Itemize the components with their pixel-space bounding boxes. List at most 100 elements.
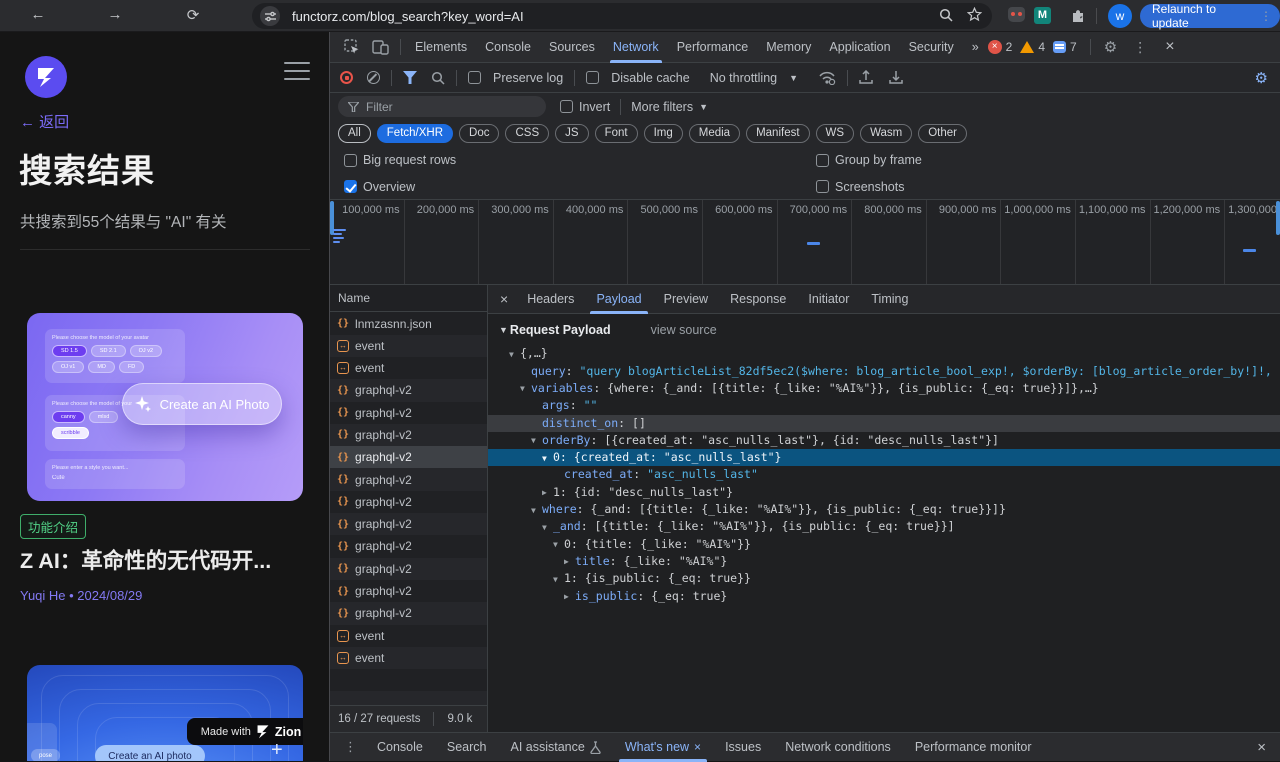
devtools-kebab-icon[interactable]: ⋮ [1125,39,1155,56]
chip-img[interactable]: Img [644,124,683,143]
filter-funnel-icon[interactable] [403,71,417,84]
tree-closed-caret-icon[interactable]: ▶ [564,553,575,570]
screenshots-checkbox[interactable] [816,180,829,193]
payload-tree-line[interactable]: ▼{,…} [488,345,1280,362]
requests-name-column-header[interactable]: Name [330,285,487,312]
preserve-log-checkbox[interactable] [468,71,481,84]
more-tabs-icon[interactable]: » [963,32,988,63]
request-row[interactable]: {}graphql-v2 [330,491,487,513]
extension-robot-icon[interactable] [1008,7,1025,22]
browser-menu-kebab-icon[interactable]: ⋮ [1260,9,1272,23]
relaunch-to-update-button[interactable]: Relaunch to update ⋮ [1140,4,1280,28]
disable-cache-checkbox[interactable] [586,71,599,84]
payload-tab-initiator[interactable]: Initiator [797,285,860,314]
chip-fetch-xhr[interactable]: Fetch/XHR [377,124,453,143]
drawer-tab-network-conditions[interactable]: Network conditions [773,733,903,762]
payload-tab-timing[interactable]: Timing [860,285,919,314]
device-toolbar-icon[interactable] [366,40,395,55]
profile-avatar[interactable]: w [1108,4,1132,28]
chip-all[interactable]: All [338,124,371,143]
drawer-close-icon[interactable]: × [1257,739,1266,756]
issues-count[interactable]: 7 [1070,40,1077,54]
payload-tab-headers[interactable]: Headers [516,285,585,314]
devtools-close-icon[interactable]: × [1155,38,1184,56]
payload-tree-line[interactable]: query: "query blogArticleList_82df5ec2($… [488,363,1280,380]
chip-js[interactable]: JS [555,124,588,143]
tab-network[interactable]: Network [604,32,668,63]
tree-open-caret-icon[interactable]: ▼ [531,502,542,519]
payload-tree-line[interactable]: ▼0: {title: {_like: "%AI%"}} [488,536,1280,553]
extension-m-icon[interactable]: M [1034,7,1051,24]
chip-doc[interactable]: Doc [459,124,499,143]
tree-open-caret-icon[interactable]: ▼ [509,346,520,363]
url-text[interactable]: functorz.com/blog_search?key_word=AI [292,9,524,24]
payload-tree-line[interactable]: ▼_and: [{title: {_like: "%AI%"}}, {is_pu… [488,518,1280,535]
tree-open-caret-icon[interactable]: ▼ [520,380,531,397]
more-filters-arrow[interactable]: ▼ [699,102,708,112]
payload-tree-line[interactable]: distinct_on: [] [488,415,1280,432]
address-bar[interactable]: functorz.com/blog_search?key_word=AI [252,3,992,29]
payload-tab-preview[interactable]: Preview [653,285,719,314]
errors-icon[interactable]: × [988,40,1002,54]
payload-tree-line[interactable]: ▼0: {created_at: "asc_nulls_last"} [488,449,1280,466]
request-row[interactable]: {}lnmzasnn.json [330,312,487,334]
big-request-rows-checkbox[interactable] [344,154,357,167]
clear-network-log-icon[interactable] [367,71,380,84]
payload-tree-line[interactable]: ▼orderBy: [{created_at: "asc_nulls_last"… [488,432,1280,449]
inspect-element-icon[interactable] [338,39,366,55]
payload-tab-response[interactable]: Response [719,285,797,314]
payload-tree-line[interactable]: ▶1: {id: "desc_nulls_last"} [488,484,1280,501]
bookmark-star-icon[interactable] [967,7,982,22]
network-conditions-icon[interactable] [818,71,836,85]
tab-sources[interactable]: Sources [540,32,604,63]
drawer-tab-issues[interactable]: Issues [713,733,773,762]
chip-media[interactable]: Media [689,124,740,143]
tab-elements[interactable]: Elements [406,32,476,63]
request-row[interactable]: ↔event [330,625,487,647]
warnings-icon[interactable] [1020,41,1034,53]
chip-ws[interactable]: WS [816,124,855,143]
view-source-link[interactable]: view source [651,323,717,337]
tree-open-caret-icon[interactable]: ▼ [542,450,553,467]
group-by-frame-checkbox[interactable] [816,154,829,167]
article-card-image[interactable]: Please choose the model of your avatar S… [27,313,303,501]
issues-message-icon[interactable] [1053,41,1066,53]
tree-open-caret-icon[interactable]: ▼ [553,536,564,553]
drawer-kebab-icon[interactable]: ⋮ [336,739,365,755]
tree-open-caret-icon[interactable]: ▼ [531,432,542,449]
network-overview-timeline[interactable]: 100,000 ms200,000 ms300,000 ms400,000 ms… [330,200,1280,285]
chip-other[interactable]: Other [918,124,967,143]
drawer-tab-search[interactable]: Search [435,733,499,762]
payload-tree-line[interactable]: created_at: "asc_nulls_last" [488,466,1280,483]
search-network-icon[interactable] [431,71,445,85]
create-ai-photo-button[interactable]: Create an AI Photo [122,383,282,425]
drawer-tab-ai-assistance[interactable]: AI assistance [498,733,612,762]
reload-icon[interactable]: ⟳ [183,6,203,24]
drawer-tab-performance-monitor[interactable]: Performance monitor [903,733,1044,762]
record-network-log-icon[interactable] [340,71,353,84]
tab-application[interactable]: Application [820,32,899,63]
network-settings-gear-icon[interactable]: ⚙ [1255,69,1268,87]
zoom-search-icon[interactable] [939,8,953,22]
close-details-icon[interactable]: × [492,291,516,307]
request-row[interactable]: {}graphql-v2 [330,580,487,602]
filter-input[interactable]: Filter [338,96,546,117]
payload-tree-line[interactable]: ▼variables: {where: {_and: [{title: {_li… [488,380,1280,397]
overview-right-handle[interactable] [1276,201,1280,235]
close-tab-icon[interactable]: × [694,740,701,754]
back-icon[interactable]: ← [28,6,48,23]
request-row[interactable]: ↔event [330,335,487,357]
throttling-select[interactable]: No throttling [710,71,777,85]
payload-tree-line[interactable]: ▶is_public: {_eq: true} [488,588,1280,605]
tab-console[interactable]: Console [476,32,540,63]
request-row[interactable]: {}graphql-v2 [330,468,487,490]
collapse-caret-icon[interactable]: ▼ [499,325,508,335]
tree-closed-caret-icon[interactable]: ▶ [564,588,575,605]
drawer-tab-console[interactable]: Console [365,733,435,762]
article-title[interactable]: Z AI：革命性的无代码开... [20,544,315,575]
payload-tab-payload[interactable]: Payload [585,285,652,314]
chip-manifest[interactable]: Manifest [746,124,809,143]
chip-css[interactable]: CSS [505,124,549,143]
request-row[interactable]: {}graphql-v2 [330,446,487,468]
tree-open-caret-icon[interactable]: ▼ [553,571,564,588]
